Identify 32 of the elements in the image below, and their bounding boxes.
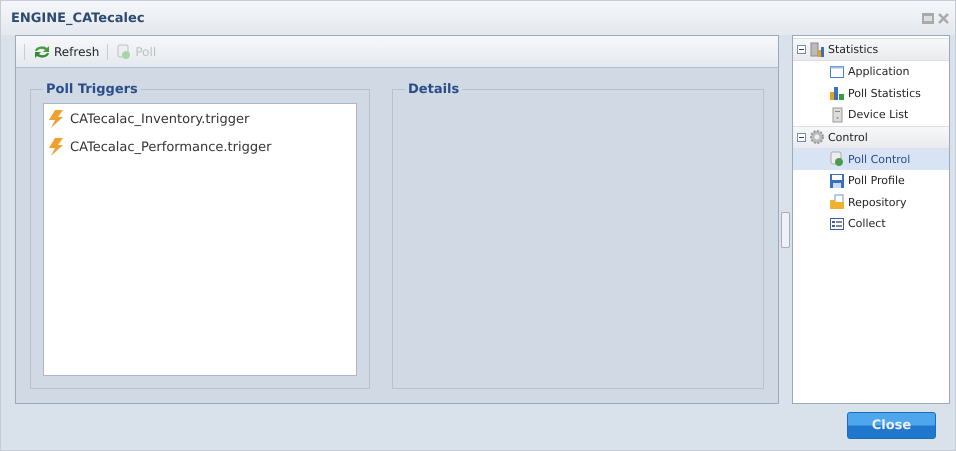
list-icon [829,216,845,232]
toggle-icon[interactable] [797,45,806,54]
toggle-icon[interactable] [797,132,806,142]
chart-icon [809,42,825,58]
gear-icon [809,129,825,145]
window-title: ENGINE_CATecalec [11,10,145,26]
trigger-item[interactable]: CATecalac_Inventory.trigger [70,112,250,126]
tree-item[interactable]: Application [793,61,949,82]
tree-group[interactable]: Control [828,130,868,144]
floppy-icon [829,172,845,189]
tree-item[interactable]: Device List [793,104,949,126]
close-icon[interactable] [938,12,949,24]
tree-item[interactable]: Poll Statistics [793,82,949,104]
tree-item[interactable]: Repository [793,192,949,213]
panel-title: Details [407,82,460,97]
trigger-item[interactable]: CATecalac_Performance.trigger [70,140,272,154]
toolbar-button[interactable]: Refresh [31,42,102,62]
lightning-icon [48,110,64,128]
tree-item[interactable]: Poll Profile [793,170,949,192]
poll-icon [116,44,132,60]
tree-item[interactable]: Collect [793,213,949,234]
lightning-icon [48,138,64,156]
refresh-icon [33,44,51,60]
tree-group[interactable]: Statistics [828,43,878,56]
tree-item[interactable]: Poll Control [793,148,949,170]
collapse-handle[interactable] [781,212,790,248]
window-icon [829,64,845,80]
bar-chart-icon [829,85,845,102]
folder-icon [829,194,845,210]
poll-icon [829,151,845,168]
panel-title: Poll Triggers [45,82,139,97]
restore-icon[interactable] [922,12,934,24]
